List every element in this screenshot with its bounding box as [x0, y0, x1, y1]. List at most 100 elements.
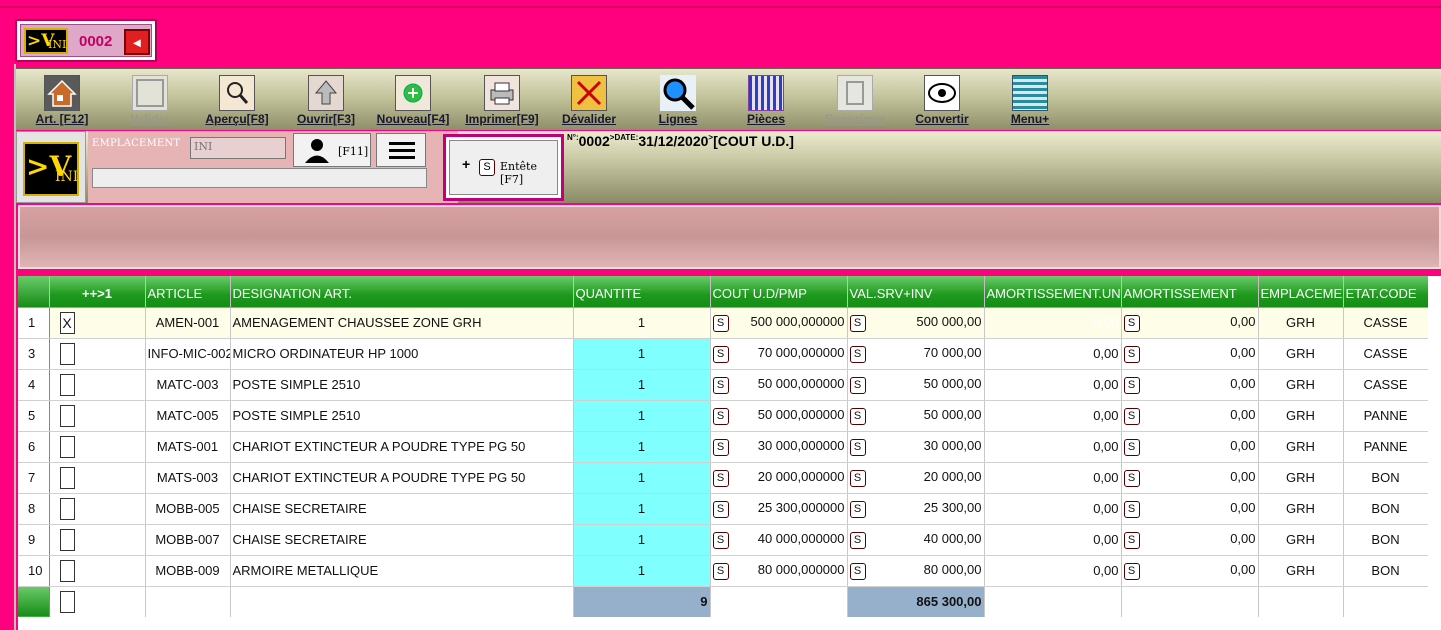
header-amort[interactable]: AMORTISSEMENT — [1121, 276, 1259, 308]
quantity-cell[interactable]: 1 — [573, 431, 711, 463]
open-button[interactable]: Ouvrir[F3] — [291, 69, 361, 131]
s-badge-icon[interactable]: S — [1123, 345, 1140, 363]
designation-cell[interactable]: POSTE SIMPLE 2510 — [230, 400, 574, 432]
amort-unit-cell[interactable]: 0,00 — [984, 369, 1122, 401]
header-cout[interactable]: COUT U.D/PMP — [710, 276, 848, 308]
new-button[interactable]: Nouveau[F4] — [372, 69, 454, 131]
document-tab[interactable]: >V INI 0002 ◂ — [15, 19, 157, 62]
quantity-cell[interactable]: 1 — [573, 524, 711, 556]
s-badge-icon[interactable]: S — [849, 314, 866, 332]
delete-button[interactable]: Supprimer — [816, 69, 894, 131]
amort-cell[interactable]: S 0,00 — [1121, 400, 1259, 432]
header-designation[interactable]: DESIGNATION ART. — [230, 276, 574, 308]
unvalidate-button[interactable]: Dévalider — [556, 69, 622, 131]
table-row[interactable]: 5 MATC-005 POSTE SIMPLE 2510 1 S 50 000,00000… — [18, 400, 1429, 432]
cost-cell[interactable]: S 80 000,000000 — [710, 555, 848, 587]
designation-cell[interactable]: AMENAGEMENT CHAUSSEE ZONE GRH — [230, 307, 574, 339]
emplacement-cell[interactable]: GRH — [1258, 493, 1344, 525]
etat-cell[interactable]: BON — [1343, 524, 1429, 556]
s-badge-icon[interactable]: S — [712, 531, 729, 549]
s-badge-icon[interactable]: S — [712, 345, 729, 363]
etat-cell[interactable]: PANNE — [1343, 400, 1429, 432]
designation-cell[interactable]: ARMOIRE METALLIQUE — [230, 555, 574, 587]
table-row[interactable]: 10 MOBB-009 ARMOIRE METALLIQUE 1 S 80 000,000… — [18, 555, 1429, 587]
etat-cell[interactable]: CASSE — [1343, 338, 1429, 370]
table-row[interactable]: 7 MATS-003 CHARIOT EXTINCTEUR A POUDRE TYP… — [18, 462, 1429, 494]
value-cell[interactable]: S 50 000,00 — [847, 369, 985, 401]
etat-cell[interactable]: CASSE — [1343, 307, 1429, 339]
article-cell[interactable]: MOBB-007 — [145, 524, 231, 556]
table-row[interactable]: 3 INFO-MIC-002 MICRO ORDINATEUR HP 1000 1 S 7… — [18, 338, 1429, 370]
s-badge-icon[interactable]: S — [849, 407, 866, 425]
etat-cell[interactable]: CASSE — [1343, 369, 1429, 401]
table-row[interactable]: 8 MOBB-005 CHAISE SECRETAIRE 1 S 25 300,00000… — [18, 493, 1429, 525]
s-badge-icon[interactable]: S — [1123, 314, 1140, 332]
s-badge-icon[interactable]: S — [849, 500, 866, 518]
table-row[interactable]: 9 MOBB-007 CHAISE SECRETAIRE 1 S 40 000,00000… — [18, 524, 1429, 556]
s-badge-icon[interactable]: S — [1123, 407, 1140, 425]
amort-cell[interactable]: S 0,00 — [1121, 555, 1259, 587]
row-checkbox[interactable] — [59, 373, 75, 396]
header-etat[interactable]: ETAT.CODE — [1343, 276, 1429, 308]
header-val[interactable]: VAL.SRV+INV — [847, 276, 985, 308]
amort-cell[interactable]: S 0,00 — [1121, 431, 1259, 463]
amort-cell[interactable]: S 0,00 — [1121, 462, 1259, 494]
amort-cell[interactable]: S 0,00 — [1121, 493, 1259, 525]
amort-cell[interactable]: S 0,00 — [1121, 369, 1259, 401]
value-cell[interactable]: S 40 000,00 — [847, 524, 985, 556]
etat-cell[interactable]: BON — [1343, 493, 1429, 525]
s-badge-icon[interactable]: S — [1123, 438, 1140, 456]
entete-button[interactable]: + S Entête [F7] — [443, 134, 564, 201]
s-badge-icon[interactable]: S — [849, 531, 866, 549]
designation-cell[interactable]: CHAISE SECRETAIRE — [230, 524, 574, 556]
value-cell[interactable]: S 25 300,00 — [847, 493, 985, 525]
article-cell[interactable]: INFO-MIC-002 — [145, 338, 231, 370]
preview-button[interactable]: Aperçu[F8] — [202, 69, 272, 131]
quantity-cell[interactable]: 1 — [573, 369, 711, 401]
s-badge-icon[interactable]: S — [712, 407, 729, 425]
article-cell[interactable]: AMEN-001 — [145, 307, 231, 339]
cost-cell[interactable]: S 500 000,000000 — [710, 307, 848, 339]
pieces-button[interactable]: Pièces — [734, 69, 798, 131]
designation-cell[interactable]: POSTE SIMPLE 2510 — [230, 369, 574, 401]
designation-cell[interactable]: CHARIOT EXTINCTEUR A POUDRE TYPE PG 50 — [230, 431, 574, 463]
articles-button[interactable]: Art. [F12] — [30, 69, 94, 131]
cost-cell[interactable]: S 40 000,000000 — [710, 524, 848, 556]
article-cell[interactable]: MATC-003 — [145, 369, 231, 401]
s-badge-icon[interactable]: S — [1123, 531, 1140, 549]
cost-cell[interactable]: S 70 000,000000 — [710, 338, 848, 370]
article-cell[interactable]: MATC-005 — [145, 400, 231, 432]
user-button[interactable]: [F11] — [293, 133, 371, 167]
s-badge-icon[interactable]: S — [1123, 469, 1140, 487]
s-badge-icon[interactable]: S — [849, 562, 866, 580]
amort-unit-cell[interactable]: 0,00 — [984, 338, 1122, 370]
s-badge-icon[interactable]: S — [712, 562, 729, 580]
s-badge-icon[interactable]: S — [849, 469, 866, 487]
amort-unit-cell[interactable]: 0,00 — [984, 462, 1122, 494]
quantity-cell[interactable]: 1 — [573, 400, 711, 432]
etat-cell[interactable]: BON — [1343, 555, 1429, 587]
s-badge-icon[interactable]: S — [712, 314, 729, 332]
row-checkbox[interactable] — [59, 497, 75, 520]
amort-unit-cell[interactable]: 0,00 — [984, 524, 1122, 556]
designation-cell[interactable]: MICRO ORDINATEUR HP 1000 — [230, 338, 574, 370]
row-checkbox[interactable] — [59, 342, 75, 365]
cost-cell[interactable]: S 50 000,000000 — [710, 369, 848, 401]
row-checkbox[interactable]: X — [59, 311, 75, 334]
row-checkbox[interactable] — [59, 404, 75, 427]
print-button[interactable]: Imprimer[F9] — [460, 69, 544, 131]
emplacement-cell[interactable]: GRH — [1258, 307, 1344, 339]
row-checkbox[interactable] — [59, 559, 75, 582]
quantity-cell[interactable]: 1 — [573, 462, 711, 494]
cost-cell[interactable]: S 50 000,000000 — [710, 400, 848, 432]
emplacement-cell[interactable]: GRH — [1258, 555, 1344, 587]
quantity-cell[interactable]: 1 — [573, 338, 711, 370]
emplacement-cell[interactable]: GRH — [1258, 400, 1344, 432]
row-checkbox[interactable] — [59, 528, 75, 551]
s-badge-icon[interactable]: S — [712, 500, 729, 518]
header-emplacement[interactable]: EMPLACEME — [1258, 276, 1344, 308]
s-badge-icon[interactable]: S — [1123, 562, 1140, 580]
emplacement-description-field[interactable] — [92, 168, 427, 188]
emplacement-cell[interactable]: GRH — [1258, 338, 1344, 370]
cost-cell[interactable]: S 25 300,000000 — [710, 493, 848, 525]
